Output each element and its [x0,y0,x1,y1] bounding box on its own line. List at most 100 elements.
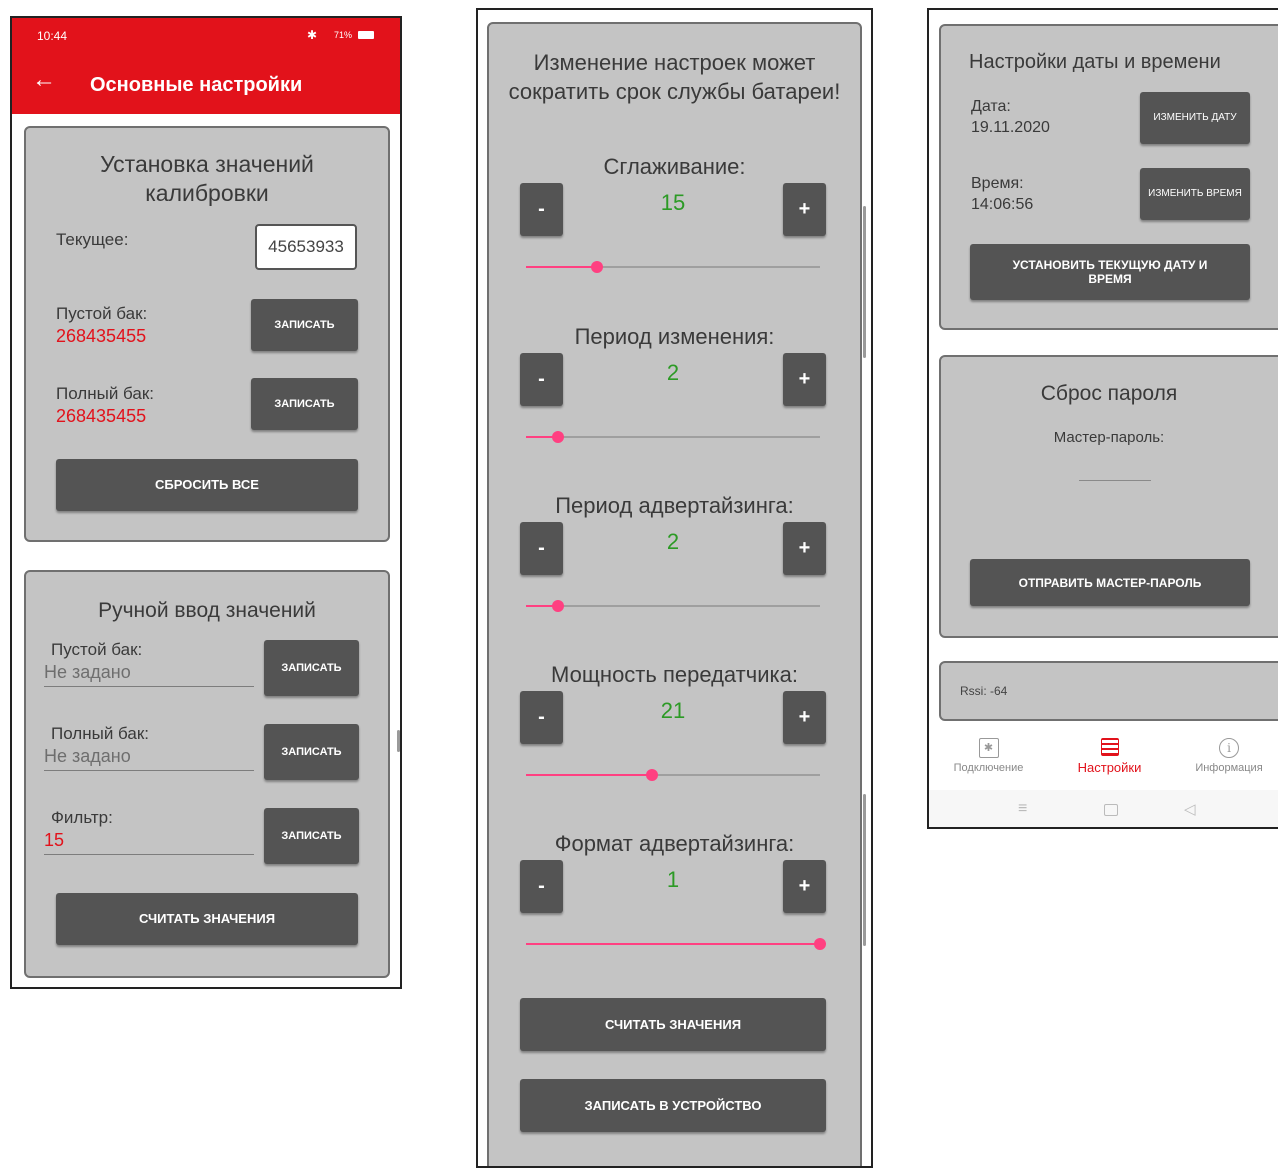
nav-label-info: Информация [1195,762,1263,774]
nav-label-connection: Подключение [953,762,1024,774]
settings-grid-icon [1100,738,1119,756]
manual-write-empty-button[interactable]: ЗАПИСАТЬ [264,640,359,696]
scrollbar-top[interactable] [863,206,866,358]
change-time-button[interactable]: ИЗМЕНИТЬ ВРЕМЯ [1140,168,1250,220]
manual-write-full-button[interactable]: ЗАПИСАТЬ [264,724,359,780]
setting-value: 1 [666,867,680,892]
slider-thumb[interactable] [552,600,565,612]
home-icon[interactable] [1104,804,1118,816]
manual-full-input[interactable]: Не задано [44,746,131,767]
minus-button[interactable]: - [520,860,563,913]
menu-icon[interactable]: ≡ [1018,800,1027,818]
battery-icon [358,31,374,39]
manual-empty-label: Пустой бак: [51,640,143,659]
minus-button[interactable]: - [520,183,563,236]
plus-button[interactable]: + [783,691,826,744]
read-values-button[interactable]: СЧИТАТЬ ЗНАЧЕНИЯ [520,998,826,1051]
battery-warning: Изменение настроек может сократить срок … [508,50,841,104]
manual-full-label: Полный бак: [51,724,150,743]
write-empty-button[interactable]: ЗАПИСАТЬ [251,299,358,351]
minus-button[interactable]: - [520,353,563,406]
battery-text: 71% [334,30,353,40]
back-icon[interactable]: ◁ [1184,800,1196,818]
rssi-value: Rssi: -64 [960,684,1008,698]
nav-label-settings: Настройки [1077,760,1142,775]
plus-button[interactable]: + [783,183,826,236]
master-password-label: Мастер-пароль: [1053,429,1165,446]
bluetooth-icon: ✱ [978,738,999,758]
plus-button[interactable]: + [783,353,826,406]
setting-label: Период изменения: [574,324,775,349]
setting-slider[interactable] [526,938,826,950]
empty-tank-label: Пустой бак: [56,304,148,323]
scrollbar-bottom[interactable] [863,794,866,946]
advanced-card: Изменение настроек может сократить срок … [487,22,866,1166]
nav-item-info[interactable]: i Информация [1179,738,1278,786]
manual-empty-input[interactable]: Не задано [44,662,131,683]
current-value-field[interactable]: 45653933 [255,224,357,270]
set-current-datetime-button[interactable]: УСТАНОВИТЬ ТЕКУЩУЮ ДАТУ И ВРЕМЯ [970,244,1250,300]
slider-thumb[interactable] [646,769,659,781]
time-label: Время: [971,175,1024,192]
scrollbar[interactable] [397,730,400,752]
current-label: Текущее: [56,230,129,249]
nav-item-connection[interactable]: ✱ Подключение [941,738,1036,786]
manual-input-card: Ручной ввод значений Пустой бак: Не зада… [24,570,390,978]
status-time: 10:44 [37,29,68,43]
change-date-button[interactable]: ИЗМЕНИТЬ ДАТУ [1140,92,1250,144]
date-label: Дата: [971,98,1011,115]
setting-label: Сглаживание: [603,154,746,179]
slider-thumb[interactable] [552,431,565,443]
minus-button[interactable]: - [520,691,563,744]
master-password-input[interactable] [1079,480,1151,481]
phone-main-settings: 10:44 ✱ 71% ← Основные настройки Установ… [10,16,402,989]
setting-slider[interactable] [526,431,820,443]
filter-label: Фильтр: [51,808,113,827]
setting-label: Формат адвертайзинга: [554,831,795,856]
nav-item-settings[interactable]: Настройки [1062,738,1157,786]
back-arrow-icon[interactable]: ← [32,68,56,92]
setting-slider[interactable] [526,769,820,781]
manual-full-underline [44,770,254,771]
setting-slider[interactable] [526,600,820,612]
info-icon: i [1219,738,1239,758]
send-master-password-button[interactable]: ОТПРАВИТЬ МАСТЕР-ПАРОЛЬ [970,559,1250,606]
datetime-card: Настройки даты и времени Дата: 19.11.202… [939,24,1278,330]
setting-slider[interactable] [526,261,820,273]
system-nav: ≡ ◁ [929,790,1278,827]
setting-value: 2 [666,529,680,554]
filter-write-button[interactable]: ЗАПИСАТЬ [264,808,359,864]
filter-underline [44,854,254,855]
write-device-button[interactable]: ЗАПИСАТЬ В УСТРОЙСТВО [520,1079,826,1132]
status-bar: 10:44 ✱ 71% [12,18,400,54]
write-full-button[interactable]: ЗАПИСАТЬ [251,378,358,430]
setting-label: Мощность передатчика: [551,662,798,687]
read-values-button[interactable]: СЧИТАТЬ ЗНАЧЕНИЯ [56,893,358,945]
date-value: 19.11.2020 [971,119,1050,136]
manual-title: Ручной ввод значений [98,599,316,622]
full-tank-value: 268435455 [56,406,147,426]
setting-value: 15 [660,190,686,215]
plus-button[interactable]: + [783,522,826,575]
calibration-title: Установка значений калибровки [100,151,314,206]
reset-all-button[interactable]: СБРОСИТЬ ВСЕ [56,459,358,511]
current-value: 45653933 [268,237,344,256]
password-title: Сброс пароля [1040,382,1178,405]
phone-datetime-settings: Настройки даты и времени Дата: 19.11.202… [927,8,1278,829]
app-bar: ← Основные настройки [12,54,400,114]
calibration-card: Установка значений калибровки Текущее: 4… [24,126,390,542]
minus-button[interactable]: - [520,522,563,575]
time-value: 14:06:56 [971,196,1034,213]
phone-advanced-settings: Изменение настроек может сократить срок … [476,8,873,1168]
slider-fill [526,943,820,945]
slider-fill [526,266,597,268]
password-reset-card: Сброс пароля Мастер-пароль: ОТПРАВИТЬ МА… [939,355,1278,638]
empty-tank-value: 268435455 [56,326,147,346]
slider-thumb[interactable] [814,938,826,950]
rssi-card: Rssi: -64 [939,661,1278,721]
manual-empty-underline [44,686,254,687]
slider-thumb[interactable] [590,261,603,273]
filter-input[interactable]: 15 [44,830,64,851]
plus-button[interactable]: + [783,860,826,913]
setting-label: Период адвертайзинга: [555,493,794,518]
